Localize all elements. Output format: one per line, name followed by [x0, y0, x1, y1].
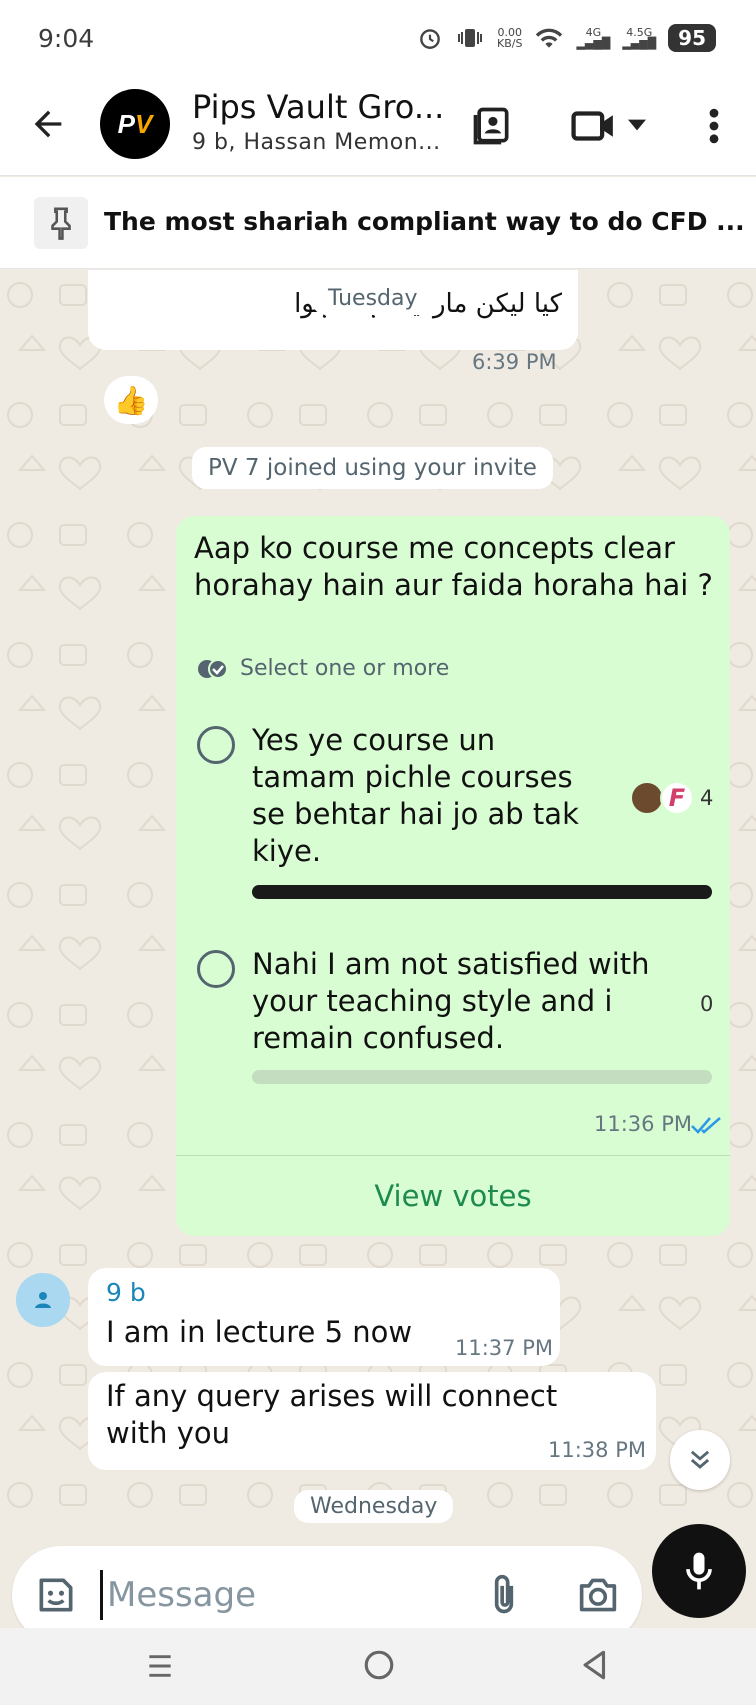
recent-apps-icon[interactable] [144, 1650, 176, 1682]
clock: 9:04 [38, 24, 95, 53]
poll-option-1-text[interactable]: Yes ye course un tamam pichle courses se… [252, 722, 607, 870]
chat-header: PV Pips Vault Gro... 9 b, Hassan Memon..… [0, 80, 756, 176]
read-receipt-icon [691, 1117, 721, 1134]
view-votes-button[interactable]: View votes [176, 1155, 730, 1235]
poll-option-2-text[interactable]: Nahi I am not satisfied with your teachi… [252, 946, 662, 1057]
date-chip-tuesday: Tuesday [312, 282, 434, 315]
message-text-2: If any query arises will connect with yo… [106, 1379, 558, 1450]
poll-hint-text: Select one or more [240, 656, 450, 681]
chevron-down-icon[interactable] [626, 116, 648, 134]
group-avatar[interactable]: PV [100, 89, 170, 159]
group-members[interactable]: 9 b, Hassan Memon... [192, 130, 441, 155]
mic-button[interactable] [652, 1524, 746, 1618]
contact-card-icon[interactable] [470, 104, 514, 148]
poll-time: 11:36 PM [594, 1112, 692, 1136]
back-arrow-icon[interactable] [28, 104, 68, 144]
voter-avatar-photo [630, 781, 664, 815]
more-vert-icon[interactable] [700, 104, 728, 148]
message-text-1: I am in lecture 5 now [106, 1315, 413, 1349]
message-time-urdu: 6:39 PM [472, 350, 557, 374]
message-input[interactable] [100, 1570, 460, 1620]
camera-icon[interactable] [576, 1575, 620, 1615]
system-nav-bar [0, 1628, 756, 1705]
chat-area[interactable]: کیا لیکن مارکیٹ ہٹ ہوا Tuesday 6:39 PM 👍… [0, 270, 756, 1535]
poll-option-2-radio[interactable] [197, 950, 235, 988]
voter-avatar-initial: F [660, 781, 694, 815]
status-icons: 0.00 KB/S 4G ▂▄▆█ 4.5G ▂▄▆█ 95 [417, 24, 716, 52]
signal-1: 4G ▂▄▆█ [576, 26, 611, 50]
double-chevron-down-icon [690, 1450, 710, 1469]
signal-2: 4.5G ▂▄▆█ [622, 26, 657, 50]
poll-option-1-bar-fill [252, 885, 712, 899]
sender-avatar[interactable] [16, 1273, 70, 1327]
mic-icon [686, 1552, 712, 1590]
attach-icon[interactable] [486, 1573, 522, 1617]
person-icon [35, 1292, 51, 1308]
alarm-icon [420, 29, 440, 49]
poll-option-1-radio[interactable] [197, 726, 235, 764]
message-time-2: 11:38 PM [548, 1438, 646, 1462]
double-check-circle-icon [198, 658, 228, 679]
video-call-icon[interactable] [570, 104, 620, 148]
sticker-icon[interactable] [34, 1573, 78, 1617]
poll-option-2-count: 0 [700, 992, 714, 1016]
poll-option-2-bar [252, 1070, 712, 1084]
system-notice: PV 7 joined using your invite [192, 447, 553, 489]
pinned-message-bar[interactable]: The most shariah compliant way to do CFD… [0, 177, 756, 269]
back-nav-icon[interactable] [580, 1648, 610, 1682]
status-bar: 9:04 0.00 KB/S 4G ▂▄▆█ 4.5G ▂▄▆█ 95 [0, 0, 756, 80]
vibrate-icon [458, 29, 483, 47]
pinned-text: The most shariah compliant way to do CFD… [104, 207, 745, 236]
poll-option-1-count: 4 [700, 786, 714, 810]
sender-name[interactable]: 9 b [106, 1278, 146, 1307]
poll-question: Aap ko course me concepts clear horahay … [194, 531, 713, 602]
battery-indicator: 95 [668, 24, 716, 52]
date-chip-wednesday: Wednesday [294, 1490, 454, 1523]
home-icon[interactable] [362, 1648, 396, 1682]
message-time-1: 11:37 PM [455, 1336, 553, 1360]
reaction-badge[interactable]: 👍 [104, 376, 158, 424]
wifi-icon [536, 28, 563, 48]
net-speed: 0.00 KB/S [497, 26, 523, 50]
scroll-to-bottom-button[interactable] [670, 1430, 730, 1490]
pin-icon [34, 197, 88, 249]
group-name[interactable]: Pips Vault Gro... [192, 88, 444, 126]
poll-hint: Select one or more [196, 656, 449, 681]
